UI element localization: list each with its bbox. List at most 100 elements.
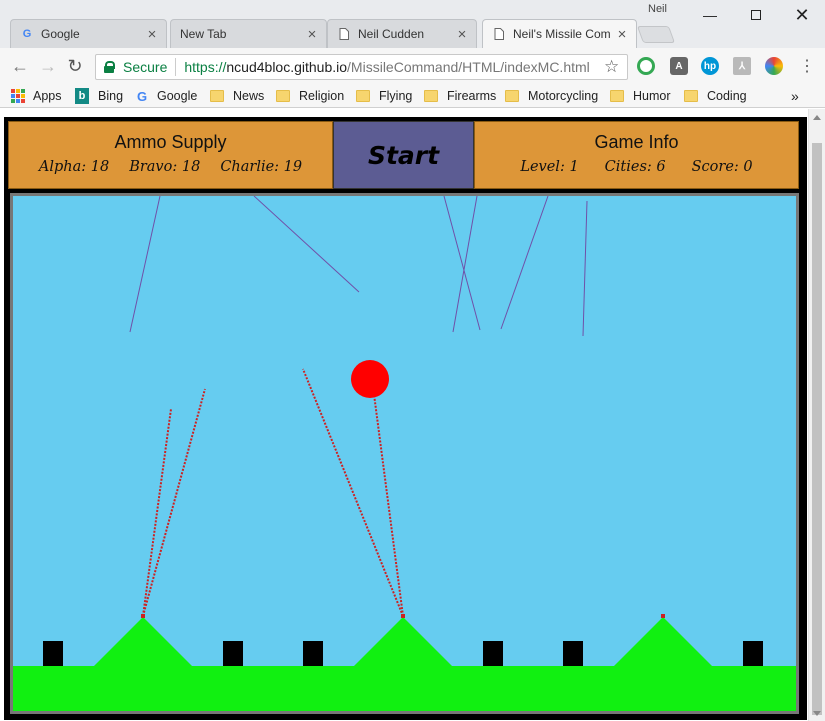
start-button[interactable]: Start [333,121,474,189]
bookmark-label: News [233,89,265,103]
folder-icon [276,90,290,102]
scroll-up-icon[interactable] [813,115,821,120]
city [563,641,583,666]
missile-base-alpha[interactable] [93,617,193,667]
bookmark-label: Apps [33,89,62,103]
enemy-missile-trail [582,200,588,337]
window-close-icon[interactable]: ✕ [779,0,825,30]
close-icon[interactable]: × [454,26,470,43]
url-path: /MissileCommand/HTML/indexMC.html [347,59,590,75]
security-label: Secure [123,59,168,75]
scroll-down-icon[interactable] [813,711,821,716]
bookmark-humor[interactable]: Humor [610,87,671,105]
enemy-missile-trail [129,196,161,333]
scrollbar-thumb[interactable] [812,143,822,715]
ground [13,666,796,711]
city [483,641,503,666]
close-icon[interactable]: × [304,26,320,43]
bookmark-motorcycling[interactable]: Motorcycling [505,87,598,105]
defense-missile-trail [302,368,404,617]
reload-icon[interactable]: ↻ [63,54,87,78]
explosion [351,360,389,398]
back-arrow-icon[interactable]: ← [8,54,32,78]
ammo-charlie: Charlie: 19 [220,159,303,175]
pdf-icon[interactable]: ⅄ [733,57,751,75]
bookmark-news[interactable]: News [210,87,264,105]
bookmarks-bar: Apps b Bing G Google News Religion Flyin… [0,84,825,108]
city [43,641,63,666]
bookmark-religion[interactable]: Religion [276,87,344,105]
bookmark-label: Coding [707,89,747,103]
bookmark-coding[interactable]: Coding [684,87,747,105]
bookmark-google[interactable]: G Google [135,87,197,105]
enemy-missile-trail [253,196,360,293]
city [223,641,243,666]
launcher-tip [141,614,145,618]
tab-neil-cudden[interactable]: Neil Cudden × [327,19,477,48]
level-value: Level: 1 [520,159,579,175]
city [303,641,323,666]
bookmark-label: Motorcycling [528,89,599,103]
address-bar[interactable]: Secure https:// ncud4bloc.github.io /Mis… [95,54,628,80]
color-picker-icon[interactable] [765,57,783,75]
hp-icon[interactable]: hp [701,57,719,75]
game-canvas[interactable] [10,193,799,714]
apps-grid-icon [11,89,25,103]
google-icon: G [22,28,32,40]
profile-name[interactable]: Neil [648,3,667,15]
tab-label: Google [41,27,80,41]
new-tab-button[interactable] [636,26,676,43]
missile-base-charlie[interactable] [613,617,713,667]
folder-icon [505,90,519,102]
folder-icon [684,90,698,102]
game-container: Ammo Supply Alpha: 18 Bravo: 18 Charlie:… [4,117,807,720]
bookmark-label: Humor [633,89,671,103]
defense-missile-trail [142,408,172,617]
defense-missile-trail [142,388,206,617]
bookmark-star-icon[interactable]: ☆ [604,57,619,77]
page-icon [337,27,351,41]
bookmark-label: Google [157,89,198,103]
google-icon: G [136,88,148,104]
bookmark-firearms[interactable]: Firearms [424,87,496,105]
url-scheme: https:// [184,59,227,75]
bookmark-flying[interactable]: Flying [356,87,412,105]
ammo-bravo: Bravo: 18 [129,159,201,175]
enemy-missile-trails [129,196,588,337]
bookmark-apps[interactable]: Apps [11,87,62,105]
divider [175,58,177,76]
bing-icon: b [75,88,89,104]
tab-new-tab[interactable]: New Tab × [170,19,327,48]
game-info-panel: Game Info Level: 1 Cities: 6 Score: 0 [474,121,799,189]
bookmark-label: Firearms [447,89,497,103]
launcher-tip [401,614,405,618]
close-icon[interactable]: × [144,26,160,43]
url-host: ncud4bloc.github.io [226,59,348,75]
folder-icon [610,90,624,102]
lock-icon [104,61,115,73]
extension-circle-icon[interactable] [637,57,655,75]
bookmarks-overflow-button[interactable]: » [791,87,799,105]
menu-dots-icon[interactable]: ⋮ [795,54,819,78]
minimize-icon[interactable]: — [687,0,733,30]
forward-arrow-icon[interactable]: → [36,54,60,78]
enemy-missile-trail [452,196,478,333]
tab-google[interactable]: G Google × [10,19,167,48]
missile-base-bravo[interactable] [353,617,453,667]
bookmark-bing[interactable]: b Bing [75,87,123,105]
tab-missile-command[interactable]: Neil's Missile Com × [482,19,637,48]
game-scene [13,196,796,711]
maximize-icon[interactable] [733,0,779,30]
close-icon[interactable]: × [614,26,630,43]
score-value: Score: 0 [691,159,753,175]
city [743,641,763,666]
security-indicator[interactable]: Secure [96,59,167,75]
bookmark-label: Religion [299,89,345,103]
folder-icon [210,90,224,102]
folder-icon [424,90,438,102]
vertical-scrollbar[interactable] [808,109,825,721]
angular-icon[interactable]: A [670,57,688,75]
defense-missile-trails [142,368,404,617]
page-icon [492,27,506,41]
cities-value: Cities: 6 [604,159,666,175]
